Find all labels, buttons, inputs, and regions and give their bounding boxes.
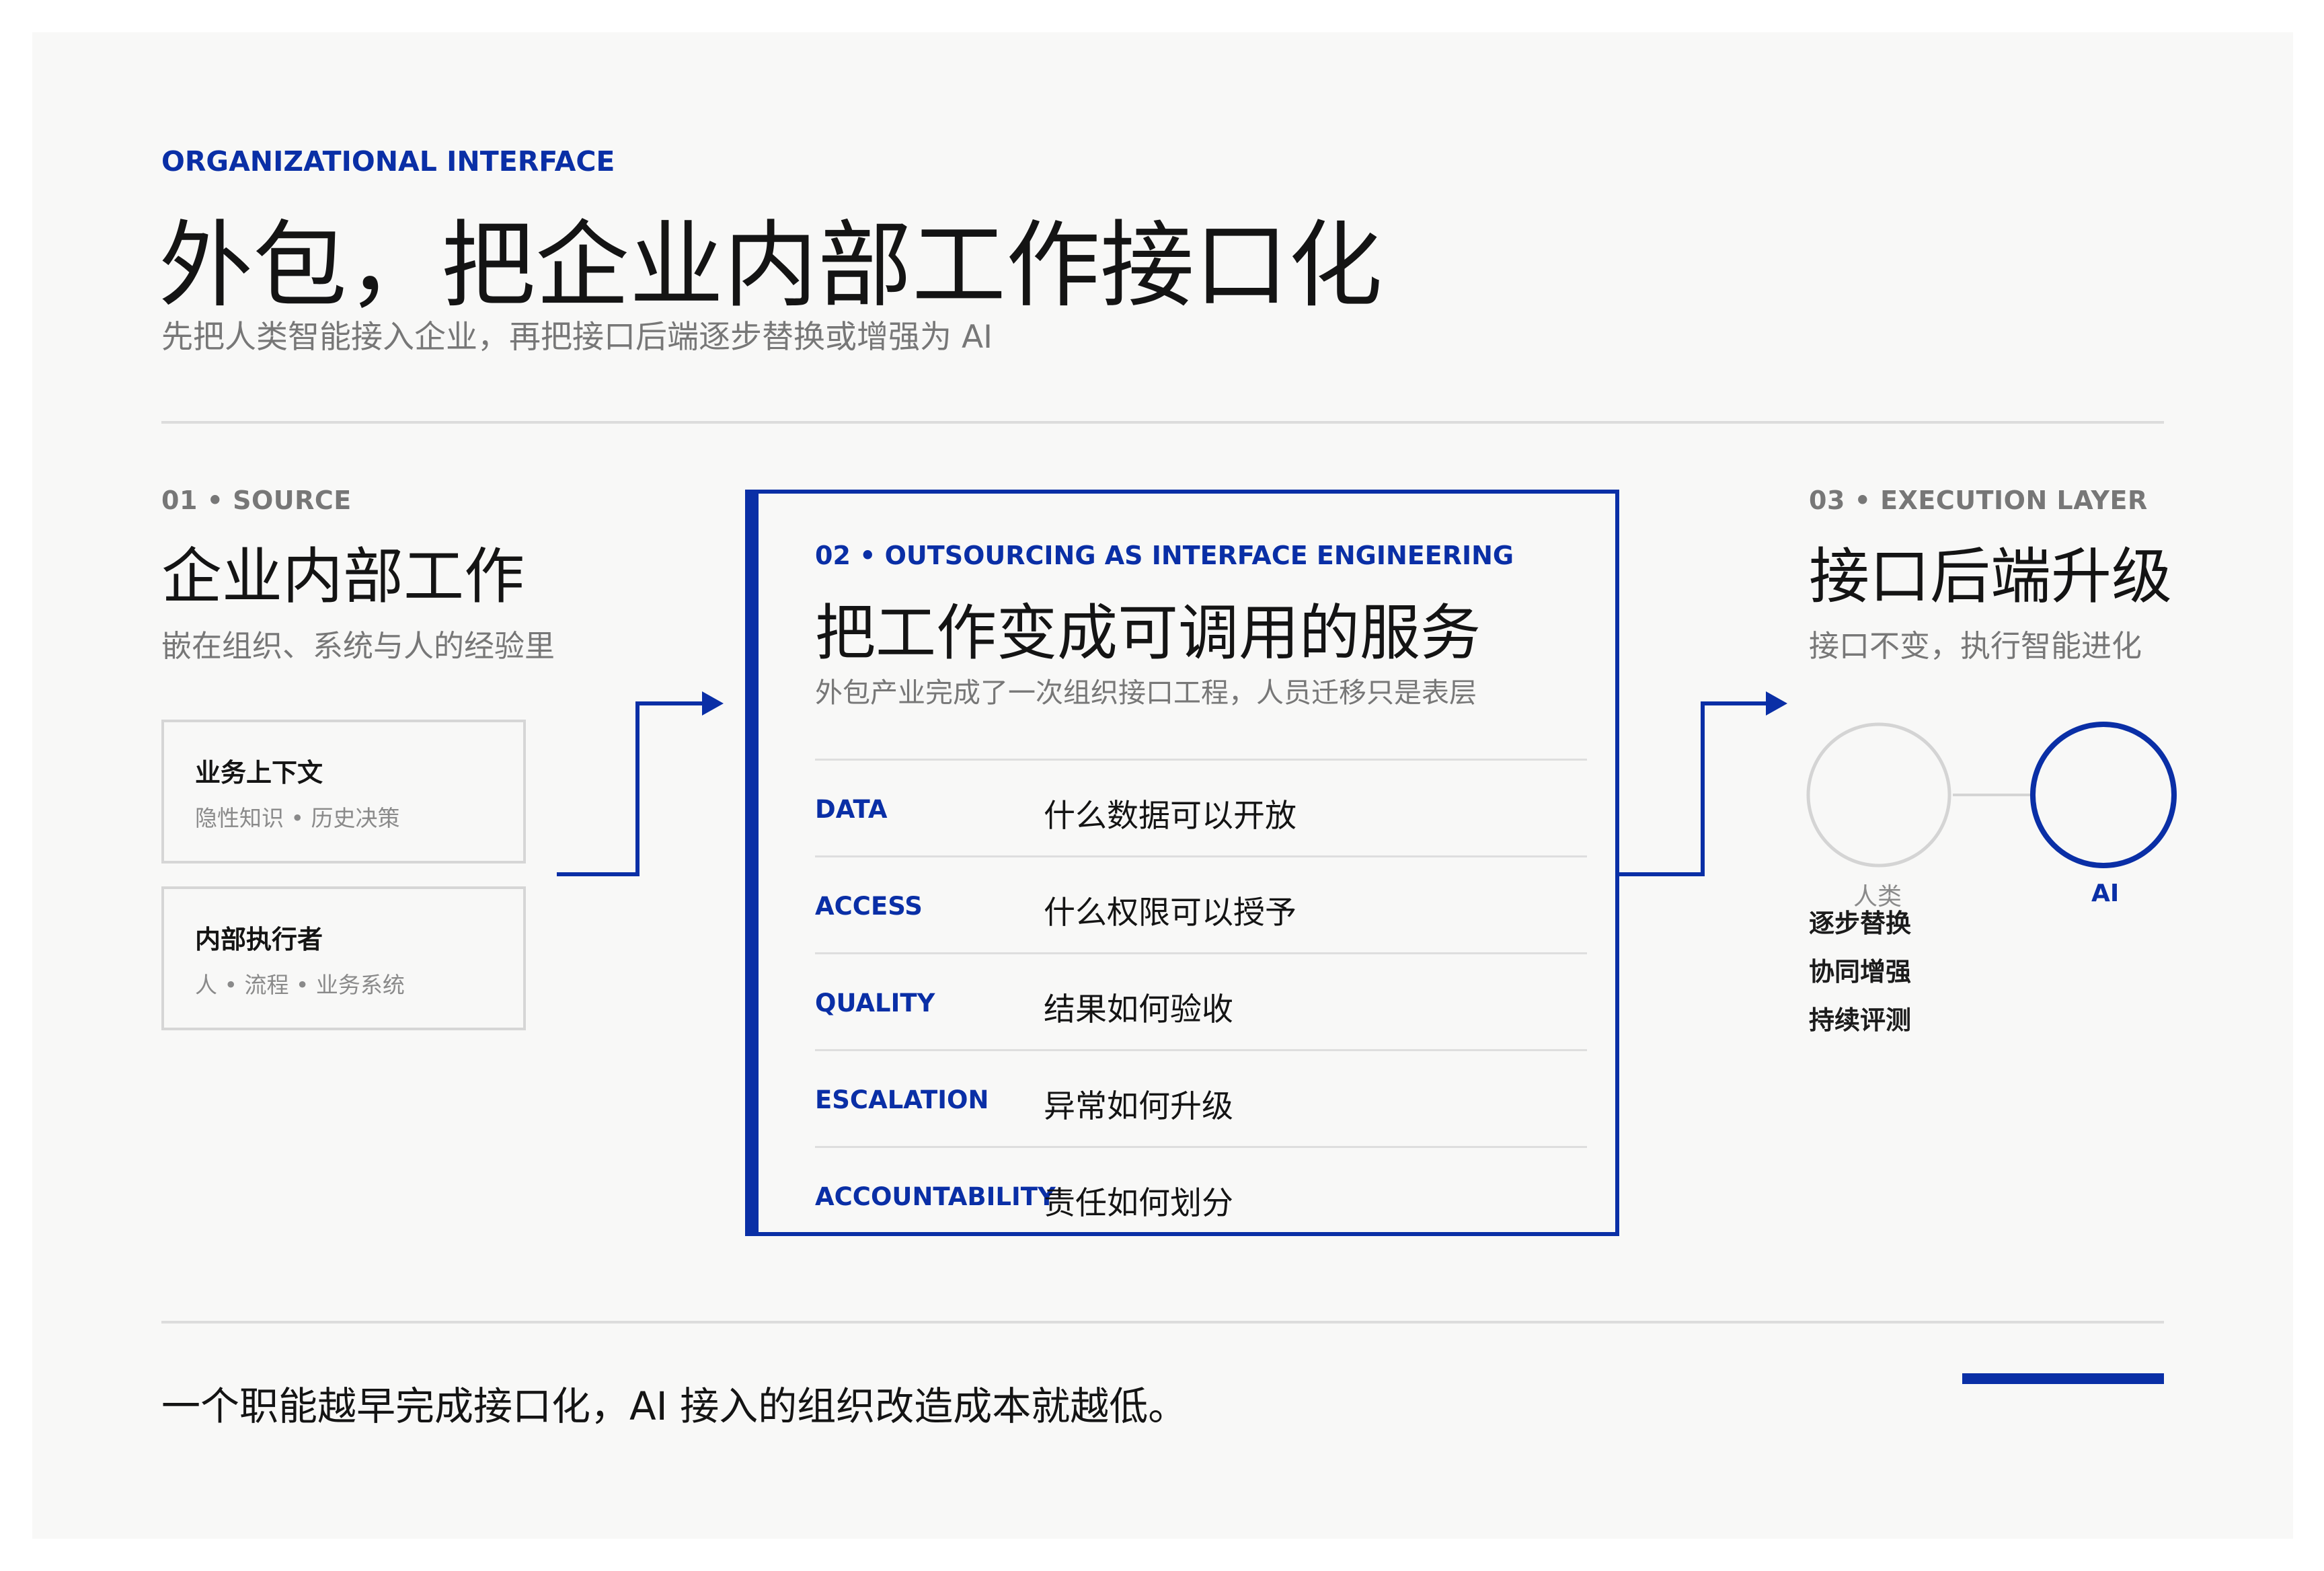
row-divider	[815, 952, 1587, 954]
row-value: 什么数据可以开放	[1044, 798, 1296, 835]
execution-tag-evaluate: 持续评测	[1809, 1005, 1912, 1035]
ai-node	[2030, 722, 2177, 868]
footer-accent-bar	[1962, 1373, 2164, 1384]
interface-title: 把工作变成可调用的服务	[815, 598, 1481, 668]
interface-row-quality: QUALITY 结果如何验收	[815, 952, 1587, 1049]
row-value: 责任如何划分	[1044, 1185, 1233, 1222]
bottom-divider	[161, 1321, 2164, 1324]
interface-box: 02 • OUTSOURCING AS INTERFACE ENGINEERIN…	[745, 490, 1619, 1236]
row-value: 异常如何升级	[1044, 1088, 1233, 1125]
row-key: ESCALATION	[815, 1085, 989, 1114]
row-divider	[815, 1146, 1587, 1148]
interface-row-accountability: ACCOUNTABILITY 责任如何划分	[815, 1146, 1587, 1227]
human-node	[1806, 722, 1951, 868]
right-arrow-head	[1766, 691, 1787, 716]
row-divider	[815, 1049, 1587, 1051]
row-key: ACCESS	[815, 892, 923, 921]
row-key: QUALITY	[815, 989, 935, 1018]
interface-row-data: DATA 什么数据可以开放	[815, 759, 1587, 855]
row-key: ACCOUNTABILITY	[815, 1182, 1056, 1211]
interface-row-escalation: ESCALATION 异常如何升级	[815, 1049, 1587, 1146]
execution-tag-augment: 协同增强	[1809, 957, 1912, 987]
interface-subtitle: 外包产业完成了一次组织接口工程，人员迁移只是表层	[815, 677, 1477, 709]
execution-subtitle: 接口不变，执行智能进化	[1809, 628, 2142, 664]
row-key: DATA	[815, 795, 888, 824]
interface-row-access: ACCESS 什么权限可以授予	[815, 855, 1587, 952]
execution-title: 接口后端升级	[1809, 541, 2172, 612]
row-divider	[815, 759, 1587, 761]
ai-node-label: AI	[2091, 880, 2120, 907]
footer-statement: 一个职能越早完成接口化，AI 接入的组织改造成本就越低。	[161, 1383, 1188, 1429]
row-value: 结果如何验收	[1044, 991, 1233, 1028]
execution-step-label: 03 • EXECUTION LAYER	[1809, 486, 2148, 515]
left-connector-line	[557, 701, 703, 876]
interface-step-label: 02 • OUTSOURCING AS INTERFACE ENGINEERIN…	[815, 541, 1514, 570]
row-value: 什么权限可以授予	[1044, 894, 1296, 931]
left-arrow-head	[702, 691, 724, 716]
row-divider	[815, 855, 1587, 857]
right-connector-line	[1619, 701, 1769, 876]
execution-tag-replace: 逐步替换	[1809, 909, 1912, 938]
